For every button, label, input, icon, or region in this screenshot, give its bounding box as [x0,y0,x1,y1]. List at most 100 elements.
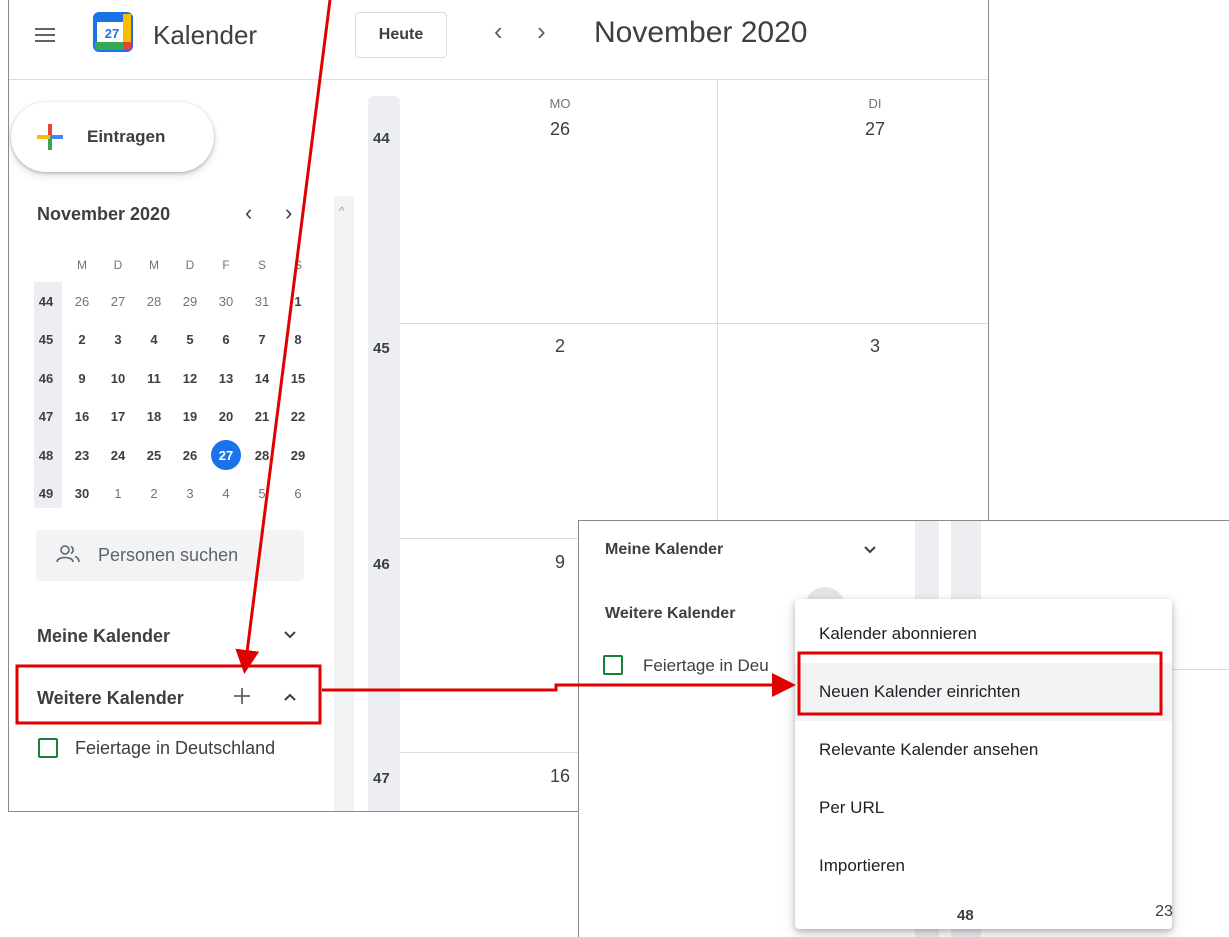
day-number[interactable]: 26 [540,119,580,140]
create-button-label: Eintragen [87,127,166,146]
mini-day-cell[interactable]: 28 [136,282,172,320]
weekday-header-di: DI [868,96,882,111]
mini-day-cell[interactable]: 8 [280,321,316,359]
chevron-down-icon[interactable] [863,543,877,557]
menu-item-import[interactable]: Importieren [795,837,1172,895]
mini-day-cell[interactable]: 4 [208,475,244,513]
mini-day-cell[interactable]: 24 [100,436,136,474]
mini-day-cell[interactable]: 22 [280,398,316,436]
mini-day-cell[interactable]: 9 [64,359,100,397]
week-divider [400,323,988,324]
mini-day-cell[interactable]: 17 [100,398,136,436]
weekday-header-mo: MO [549,96,571,111]
mini-day-cell[interactable]: 19 [172,398,208,436]
mini-day-cell[interactable]: 4 [136,321,172,359]
add-calendar-plus-icon[interactable] [232,686,252,706]
holidays-checkbox[interactable] [38,738,58,758]
mini-day-cell[interactable]: 5 [244,475,280,513]
mini-weekday-header: D [185,258,195,272]
mini-weekday-header: M [77,258,87,272]
hamburger-menu-icon[interactable] [35,28,55,42]
mini-day-cell[interactable]: 1 [280,282,316,320]
mini-day-cell[interactable]: 5 [172,321,208,359]
top-app-bar: 27 Kalender Heute ‹ › November 2020 [9,0,988,80]
mini-week-number[interactable]: 45 [28,321,64,359]
mini-day-cell[interactable]: 3 [100,321,136,359]
week-number: 45 [373,340,390,357]
mini-day-cell[interactable]: 1 [100,475,136,513]
mini-weekday-header: M [149,258,159,272]
mini-day-cell[interactable]: 28 [244,436,280,474]
mini-today-highlight: 27 [211,440,241,470]
mini-day-cell[interactable]: 12 [172,359,208,397]
mini-day-cell[interactable]: 26 [172,436,208,474]
sidebar-scrollbar[interactable] [334,196,354,811]
mini-calendar-prev-button[interactable]: ‹ [245,200,252,226]
mini-day-cell[interactable]: 11 [136,359,172,397]
mini-day-cell[interactable]: 29 [280,436,316,474]
mini-week-number[interactable]: 49 [28,475,64,513]
mini-day-cell[interactable]: 26 [64,282,100,320]
menu-item-subscribe[interactable]: Kalender abonnieren [795,605,1172,663]
mini-week-number[interactable]: 44 [28,282,64,320]
mini-day-cell[interactable]: 23 [64,436,100,474]
chevron-down-icon[interactable] [283,628,297,642]
mini-day-cell[interactable]: 2 [136,475,172,513]
plus-icon [37,124,63,150]
mini-day-cell[interactable]: 7 [244,321,280,359]
menu-item-browse-calendars[interactable]: Relevante Kalender ansehen [795,721,1172,779]
people-search-input[interactable]: Personen suchen [36,530,304,581]
day-number[interactable]: 27 [855,119,895,140]
mini-calendar-title: November 2020 [37,204,171,224]
overlay-my-calendars-label[interactable]: Meine Kalender [605,541,723,559]
mini-calendar-next-button[interactable]: › [285,200,292,226]
my-calendars-label[interactable]: Meine Kalender [37,626,170,647]
overlay-holidays-checkbox[interactable] [603,655,623,675]
create-event-button[interactable]: Eintragen [11,102,214,172]
mini-day-cell[interactable]: 2 [64,321,100,359]
mini-day-cell[interactable]: 30 [64,475,100,513]
mini-week-number[interactable]: 47 [28,398,64,436]
day-number[interactable]: 2 [540,336,580,357]
overlay-day-number: 23 [1155,903,1173,920]
menu-item-create-new-calendar[interactable]: Neuen Kalender einrichten [795,663,1172,721]
mini-week-number[interactable]: 48 [28,436,64,474]
mini-day-cell[interactable]: 13 [208,359,244,397]
mini-day-cell[interactable]: 20 [208,398,244,436]
mini-day-cell[interactable]: 10 [100,359,136,397]
mini-day-cell[interactable]: 31 [244,282,280,320]
next-period-button[interactable]: › [537,16,546,47]
day-number[interactable]: 9 [540,552,580,573]
week-number: 47 [373,770,390,787]
menu-item-from-url[interactable]: Per URL [795,779,1172,837]
mini-day-cell[interactable]: 27 [100,282,136,320]
add-calendar-menu: Kalender abonnieren Neuen Kalender einri… [795,599,1172,929]
mini-day-cell[interactable]: 3 [172,475,208,513]
overlay-other-calendars-label[interactable]: Weitere Kalender [605,605,735,623]
logo-day-text: 27 [105,26,119,41]
scroll-up-arrow-icon[interactable]: ^ [339,204,345,218]
people-search-placeholder: Personen suchen [98,545,239,565]
mini-week-number[interactable]: 46 [28,359,64,397]
mini-weekday-header: D [113,258,123,272]
mini-day-cell[interactable]: 21 [244,398,280,436]
mini-day-cell[interactable]: 14 [244,359,280,397]
mini-day-cell[interactable]: 15 [280,359,316,397]
mini-day-cell[interactable]: 27 [208,436,244,474]
other-calendars-label[interactable]: Weitere Kalender [37,688,184,709]
people-icon [56,545,80,563]
day-number[interactable]: 16 [540,766,580,787]
previous-period-button[interactable]: ‹ [494,16,503,47]
mini-day-cell[interactable]: 29 [172,282,208,320]
day-number[interactable]: 3 [855,336,895,357]
chevron-up-icon[interactable] [283,690,297,704]
mini-day-cell[interactable]: 6 [280,475,316,513]
overlay-zoom-panel: Meine Kalender Weitere Kalender Feiertag… [578,520,1229,937]
today-button[interactable]: Heute [355,12,447,58]
mini-day-cell[interactable]: 16 [64,398,100,436]
mini-day-cell[interactable]: 6 [208,321,244,359]
mini-day-cell[interactable]: 30 [208,282,244,320]
mini-day-cell[interactable]: 18 [136,398,172,436]
holidays-calendar-label: Feiertage in Deutschland [75,738,276,758]
mini-day-cell[interactable]: 25 [136,436,172,474]
